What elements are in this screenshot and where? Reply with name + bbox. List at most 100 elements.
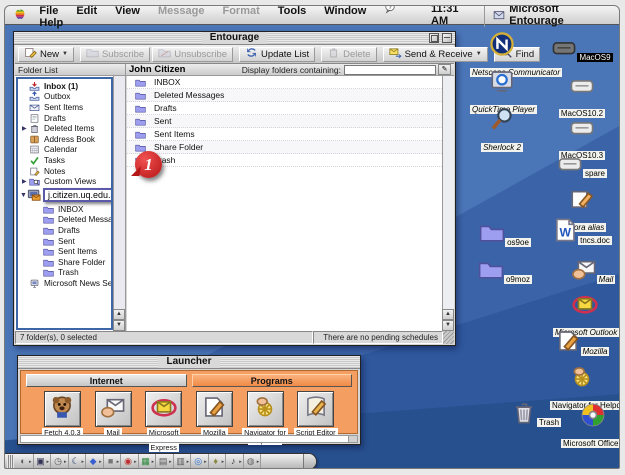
folder-item-calendar[interactable]: Calendar: [18, 145, 111, 156]
location-manager-module[interactable]: ◉▸: [121, 454, 139, 469]
folder-item-address-book[interactable]: Address Book: [18, 134, 111, 145]
folder-item-label: Calendar: [44, 145, 77, 154]
disclosure-collapsed-icon[interactable]: ▶: [22, 178, 29, 185]
energy-saver-module[interactable]: ☾▸: [69, 454, 87, 469]
appearance-module[interactable]: ◐▸: [16, 454, 34, 469]
launcher-button-mail[interactable]: [95, 391, 132, 427]
video-source-module[interactable]: ◍▸: [244, 454, 262, 469]
entourage-window: Entourage New▼SubscribeUnsubscribeUpdate…: [13, 31, 456, 346]
scroll-down-button[interactable]: ▼: [442, 320, 454, 331]
file-sharing-module[interactable]: ◆▸: [86, 454, 104, 469]
folder-item-sent-items[interactable]: Sent Items: [18, 246, 111, 257]
desktop-icon-os9oe[interactable]: os9oe: [473, 219, 537, 250]
printer-module[interactable]: ▥▸: [174, 454, 192, 469]
appearance-icon: ◐: [17, 455, 29, 468]
table-row-inbox[interactable]: INBOX: [127, 76, 442, 89]
launcher-button-script-editor[interactable]: [297, 391, 334, 427]
menu-view[interactable]: View: [106, 5, 149, 17]
folder-item-sent-items[interactable]: Sent Items: [18, 102, 111, 113]
table-row-drafts[interactable]: Drafts: [127, 102, 442, 115]
scroll-down-button[interactable]: ▼: [113, 320, 125, 331]
folder-item-drafts[interactable]: Drafts: [18, 225, 111, 236]
desktop-pattern-module[interactable]: ▤▸: [156, 454, 174, 469]
launcher-tab-programs[interactable]: Programs: [192, 374, 353, 387]
folder-item-trash[interactable]: Trash: [18, 268, 111, 279]
folder-item-inbox[interactable]: INBOX: [18, 204, 111, 215]
date-time-module[interactable]: ◷▸: [51, 454, 69, 469]
remote-access-module[interactable]: ♦▸: [209, 454, 227, 469]
folder-item-outbox[interactable]: Outbox: [18, 92, 111, 103]
entourage-titlebar[interactable]: Entourage: [14, 32, 455, 45]
help-balloon-icon[interactable]: ?: [375, 5, 405, 17]
disclosure-expanded-icon[interactable]: ▼: [20, 192, 27, 199]
table-row-share-folder[interactable]: Share Folder: [127, 141, 442, 154]
monitor-resolution-module[interactable]: ▣▸: [34, 454, 52, 469]
folder-list-scrollbar[interactable]: ▲ ▼: [113, 76, 125, 331]
disclosure-collapsed-icon[interactable]: ▶: [22, 125, 29, 132]
folder-item-drafts[interactable]: Drafts: [18, 113, 111, 124]
edit-filter-button[interactable]: ✎: [438, 64, 451, 75]
screenshot-frame: FileEditViewMessageFormatToolsWindow?Hel…: [0, 0, 625, 475]
menu-tools[interactable]: Tools: [269, 5, 316, 17]
launcher-body: InternetPrograms Fetch 4.0.3MailMicrosof…: [20, 370, 358, 434]
menu-clock[interactable]: 11:31 AM: [431, 5, 476, 27]
table-row-trash[interactable]: Trash: [127, 154, 442, 167]
folder-item-deleted-messages[interactable]: Deleted Messages: [18, 215, 111, 226]
launcher-button-microsoft-outlook-express[interactable]: [145, 391, 182, 427]
scroll-up-button[interactable]: ▲: [442, 309, 454, 320]
folder-item-inbox-1[interactable]: Inbox (1): [18, 81, 111, 92]
new-button[interactable]: New▼: [18, 47, 74, 62]
control-strip: ◐▸▣▸◷▸☾▸◆▸■▸◉▸▦▸▤▸▥▸◎▸♦▸♪▸◍▸: [5, 453, 317, 469]
folder-item-deleted-items[interactable]: ▶Deleted Items: [18, 123, 111, 134]
scroll-up-button[interactable]: ▲: [113, 309, 125, 320]
folder-item-share-folder[interactable]: Share Folder: [18, 257, 111, 268]
launcher-titlebar[interactable]: Launcher: [18, 356, 360, 369]
control-strip-tab[interactable]: [303, 454, 316, 469]
quicktime-module[interactable]: ◎▸: [191, 454, 209, 469]
desktop-icon-tncs-doc[interactable]: Wtncs.doc: [550, 217, 614, 248]
control-strip-grip[interactable]: [7, 455, 14, 468]
table-row-sent[interactable]: Sent: [127, 115, 442, 128]
menu-edit[interactable]: Edit: [67, 5, 106, 17]
launcher-button-fetch-4-0-3[interactable]: [44, 391, 81, 427]
drive-icon: [557, 150, 583, 181]
folder-item-microsoft-news-server[interactable]: Microsoft News Server: [18, 278, 111, 289]
desktop-icon-label: Mozilla: [581, 347, 610, 356]
apple-menu[interactable]: [13, 8, 28, 22]
menu-window[interactable]: Window: [315, 5, 375, 17]
desktop-icon-mozilla[interactable]: Mozilla: [550, 328, 614, 359]
main-pane-scrollbar[interactable]: ▲ ▼: [442, 76, 454, 331]
update-list-button[interactable]: Update List: [239, 47, 315, 62]
desktop-icon-mail[interactable]: Mail: [561, 256, 620, 287]
filter-input[interactable]: [344, 65, 436, 75]
desktop-icon-trash[interactable]: Trash: [504, 399, 568, 430]
launcher-scrollbar[interactable]: [20, 435, 358, 443]
resize-grip[interactable]: [443, 331, 454, 344]
table-row-sent-items[interactable]: Sent Items: [127, 128, 442, 141]
menu-file[interactable]: File: [30, 5, 67, 17]
collapse-box-button[interactable]: [442, 33, 452, 43]
window-title: Entourage: [202, 32, 267, 44]
menu-help[interactable]: Help: [30, 17, 72, 29]
account-name-edit-box[interactable]: j.citizen.uq.edu.au: [43, 188, 113, 202]
desktop-icon-macos9[interactable]: MacOS9: [550, 34, 614, 65]
folder-item-tasks[interactable]: Tasks: [18, 155, 111, 166]
zoom-box-button[interactable]: [429, 33, 439, 43]
folder-item-j-citizen-uq-edu-au[interactable]: ▼ j.citizen.uq.edu.au: [18, 187, 111, 204]
launcher-button-navigator-for-helpdesk[interactable]: [247, 391, 284, 427]
launcher-button-mozilla[interactable]: [196, 391, 233, 427]
desktop-icon-microsoft-office-200[interactable]: Microsoft Office 200: [561, 402, 620, 451]
folder-item-custom-views[interactable]: ▶Custom Views: [18, 176, 111, 187]
folder-item-notes[interactable]: Notes: [18, 166, 111, 177]
desktop-icon-sherlock-2[interactable]: Sherlock 2: [470, 106, 534, 155]
row-label: Share Folder: [154, 142, 203, 152]
folder-item-sent[interactable]: Sent: [18, 236, 111, 247]
launcher-tab-internet[interactable]: Internet: [26, 374, 187, 387]
keychain-module[interactable]: ■▸: [104, 454, 122, 469]
sound-volume-module[interactable]: ♪▸: [226, 454, 244, 469]
color-depth-module[interactable]: ▦▸: [139, 454, 157, 469]
desktop-icon-spare[interactable]: spare: [550, 150, 614, 181]
application-menu[interactable]: Microsoft Entourage: [484, 5, 611, 27]
desktop-icon-o9moz[interactable]: o9moz: [473, 256, 537, 287]
table-row-deleted-messages[interactable]: Deleted Messages: [127, 89, 442, 102]
